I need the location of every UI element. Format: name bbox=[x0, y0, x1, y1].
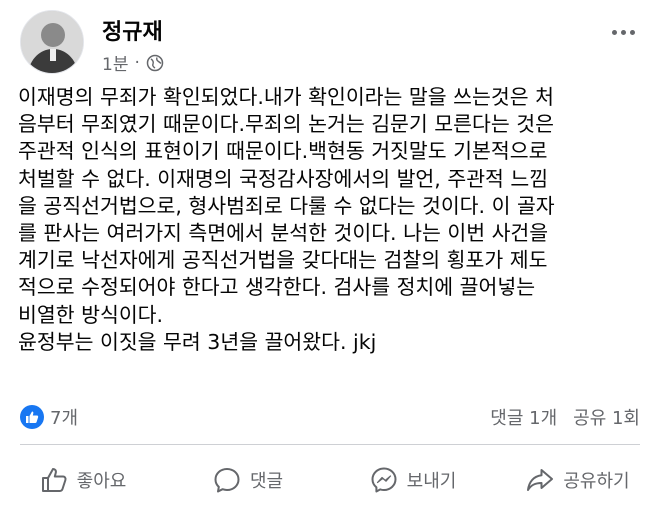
post-meta: 1분 · bbox=[102, 50, 164, 75]
post-line: 음부터 무죄였기 때문이다.무죄의 논거는 김문기 모른다는 것은 bbox=[18, 112, 554, 137]
post-header: 정규재 1분 · bbox=[20, 10, 640, 75]
action-bar: 좋아요 댓글 보내기 공유하기 bbox=[0, 452, 660, 508]
more-options-icon[interactable] bbox=[606, 20, 640, 44]
like-label: 좋아요 bbox=[76, 471, 127, 492]
likes-summary[interactable]: 7개 bbox=[20, 404, 78, 430]
share-arrow-icon bbox=[527, 469, 554, 491]
messenger-icon bbox=[371, 467, 397, 493]
post-time[interactable]: 1분 bbox=[102, 50, 128, 75]
avatar[interactable] bbox=[20, 10, 84, 74]
comments-count[interactable]: 댓글 1개 bbox=[490, 404, 557, 430]
post-stats: 7개 댓글 1개 공유 1회 bbox=[20, 402, 640, 432]
like-button[interactable]: 좋아요 bbox=[0, 452, 165, 508]
like-reaction-icon bbox=[20, 405, 44, 429]
shares-count[interactable]: 공유 1회 bbox=[573, 404, 640, 430]
post-line: 계기로 낙선자에게 공직선거법을 갖다대는 검찰의 횡포가 제도 bbox=[18, 248, 548, 273]
meta-separator: · bbox=[134, 52, 140, 73]
globe-icon[interactable] bbox=[146, 54, 164, 72]
post-line: 적으로 수정되어야 한다고 생각한다. 검사를 정치에 끌어넣는 bbox=[18, 275, 536, 300]
send-button[interactable]: 보내기 bbox=[330, 452, 495, 508]
post-line: 윤정부는 이짓을 무려 3년을 끌어왔다. jkj bbox=[18, 329, 377, 354]
thumbs-up-icon bbox=[41, 468, 67, 492]
comment-label: 댓글 bbox=[249, 471, 284, 492]
post-line: 을 공직선거법으로, 형사범죄로 다룰 수 없다는 것이다. 이 골자 bbox=[18, 193, 555, 218]
post-line: 를 판사는 여러가지 측면에서 분석한 것이다. 나는 이번 사건을 bbox=[18, 221, 549, 246]
profile-photo bbox=[21, 11, 83, 73]
likes-count: 7개 bbox=[50, 408, 79, 429]
post-body: 이재명의 무죄가 확인되었다.내가 확인이라는 말을 쓰는것은 처 음부터 무죄… bbox=[18, 84, 643, 356]
post-line: 이재명의 무죄가 확인되었다.내가 확인이라는 말을 쓰는것은 처 bbox=[18, 85, 554, 109]
post-line: 비열한 방식이다. bbox=[18, 302, 164, 327]
share-button[interactable]: 공유하기 bbox=[495, 452, 660, 508]
post-line: 주관적 인식의 표현이기 때문이다.백현동 거짓말도 기본적으로 bbox=[18, 139, 548, 164]
share-label: 공유하기 bbox=[563, 471, 630, 492]
send-label: 보내기 bbox=[406, 471, 457, 492]
divider bbox=[20, 444, 640, 445]
engagement-counts: 댓글 1개 공유 1회 bbox=[490, 404, 640, 430]
comment-bubble-icon bbox=[214, 468, 240, 493]
author-name[interactable]: 정규재 bbox=[102, 14, 163, 46]
post-line: 처벌할 수 없다. 이재명의 국정감사장에서의 발언, 주관적 느낌 bbox=[18, 166, 549, 191]
comment-button[interactable]: 댓글 bbox=[165, 452, 330, 508]
